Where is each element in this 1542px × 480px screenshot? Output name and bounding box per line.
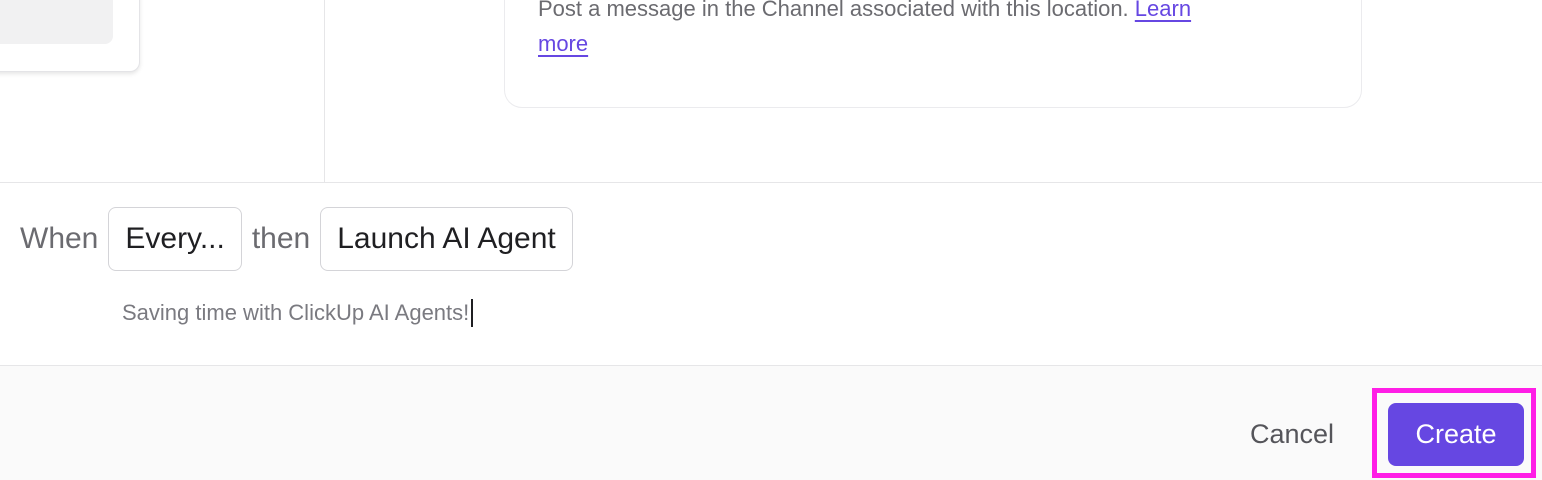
message-input[interactable]: Saving time with ClickUp AI Agents! bbox=[122, 299, 473, 327]
cancel-button[interactable]: Cancel bbox=[1234, 402, 1350, 466]
panel-divider bbox=[324, 0, 325, 182]
top-panel: Post a message in the Channel associated… bbox=[0, 0, 1542, 182]
action-selector[interactable]: Launch AI Agent bbox=[320, 207, 573, 271]
action-info-text: Post a message in the Channel associated… bbox=[538, 0, 1298, 61]
left-preview-card-fill bbox=[0, 0, 113, 44]
automation-dialog: Post a message in the Channel associated… bbox=[0, 0, 1542, 480]
when-label: When bbox=[20, 222, 99, 255]
left-preview-card bbox=[0, 0, 140, 72]
text-cursor bbox=[471, 299, 473, 327]
action-info-description: Post a message in the Channel associated… bbox=[538, 0, 1129, 21]
automation-rule-row: When Every... then Launch AI Agent bbox=[20, 207, 573, 271]
create-button[interactable]: Create bbox=[1388, 403, 1524, 466]
action-info-card: Post a message in the Channel associated… bbox=[504, 0, 1362, 108]
trigger-selector[interactable]: Every... bbox=[108, 207, 242, 271]
then-label: then bbox=[251, 222, 311, 255]
automation-rule-section: When Every... then Launch AI Agent Savin… bbox=[0, 183, 1542, 365]
dialog-footer: Cancel Create bbox=[0, 366, 1542, 480]
message-input-text: Saving time with ClickUp AI Agents! bbox=[122, 300, 470, 325]
